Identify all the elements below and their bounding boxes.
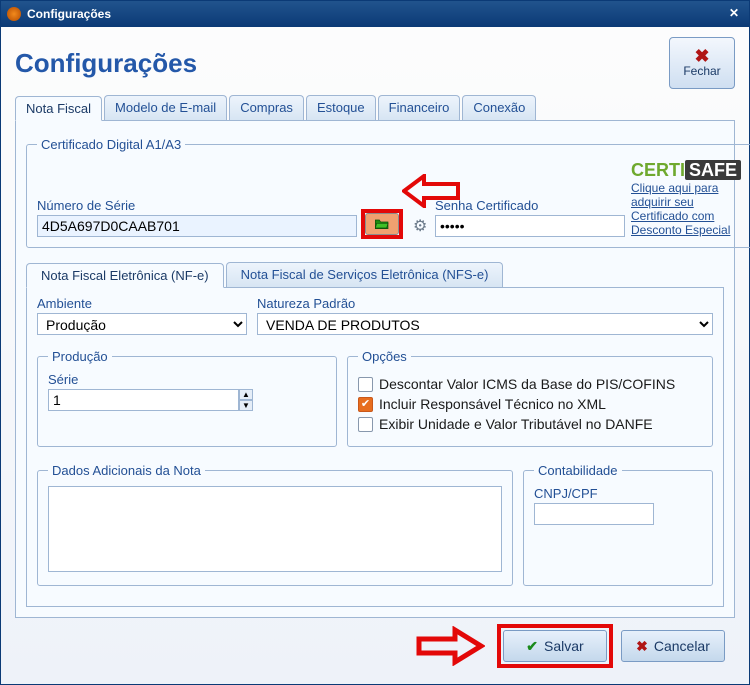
opt-responsavel-tecnico-label: Incluir Responsável Técnico no XML (379, 396, 606, 412)
close-button[interactable]: ✖ Fechar (669, 37, 735, 89)
contabilidade-legend: Contabilidade (534, 463, 622, 478)
tab-compras[interactable]: Compras (229, 95, 304, 120)
save-button[interactable]: ✔ Salvar (503, 630, 607, 662)
subpanel-nfe: Ambiente Produção Natureza Padrão VENDA … (26, 287, 724, 607)
footer: ✔ Salvar ✖ Cancelar (15, 618, 735, 676)
close-icon: ✖ (694, 48, 709, 64)
window-title: Configurações (27, 7, 725, 21)
dados-adicionais-legend: Dados Adicionais da Nota (48, 463, 205, 478)
titlebar-close-button[interactable]: ✕ (725, 6, 743, 22)
natureza-select[interactable]: VENDA DE PRODUTOS (257, 313, 713, 335)
certsafe-link[interactable]: Clique aqui para adquirir seu Certificad… (631, 181, 741, 237)
subtab-nfse[interactable]: Nota Fiscal de Serviços Eletrônica (NFS-… (226, 262, 504, 287)
select-certificate-button[interactable] (365, 213, 399, 235)
opt-exibir-danfe[interactable] (358, 417, 373, 432)
cnpjcpf-label: CNPJ/CPF (534, 486, 702, 501)
save-button-label: Salvar (544, 638, 584, 654)
cnpjcpf-input[interactable] (534, 503, 654, 525)
serie-spinner[interactable]: ▲ ▼ (48, 389, 218, 411)
opcoes-group: Opções Descontar Valor ICMS da Base do P… (347, 349, 713, 447)
certificado-group: Certificado Digital A1/A3 Número de Séri… (26, 137, 750, 248)
config-window: Configurações ✕ Configurações ✖ Fechar N… (0, 0, 750, 685)
opt-descontar-icms[interactable] (358, 377, 373, 392)
cert-password-label: Senha Certificado (435, 198, 625, 213)
cancel-icon: ✖ (636, 638, 648, 655)
producao-group: Produção Série ▲ ▼ (37, 349, 337, 447)
cert-serial-label: Número de Série (37, 198, 357, 213)
producao-legend: Produção (48, 349, 112, 364)
tab-panel-nota-fiscal: Certificado Digital A1/A3 Número de Séri… (15, 121, 735, 618)
tab-nota-fiscal[interactable]: Nota Fiscal (15, 96, 102, 121)
serie-up[interactable]: ▲ (239, 389, 253, 400)
certificado-legend: Certificado Digital A1/A3 (37, 137, 185, 152)
contabilidade-group: Contabilidade CNPJ/CPF (523, 463, 713, 586)
titlebar: Configurações ✕ (1, 1, 749, 27)
check-icon: ✔ (526, 638, 538, 655)
tab-estoque[interactable]: Estoque (306, 95, 376, 120)
dados-adicionais-textarea[interactable] (48, 486, 502, 572)
serie-down[interactable]: ▼ (239, 400, 253, 411)
folder-icon (374, 217, 390, 231)
opt-descontar-icms-label: Descontar Valor ICMS da Base do PIS/COFI… (379, 376, 675, 392)
main-tabstrip: Nota Fiscal Modelo de E-mail Compras Est… (15, 95, 735, 121)
tab-conexao[interactable]: Conexão (462, 95, 536, 120)
tab-financeiro[interactable]: Financeiro (378, 95, 461, 120)
page-title: Configurações (15, 48, 197, 79)
ambiente-select[interactable]: Produção (37, 313, 247, 335)
subtab-nfe[interactable]: Nota Fiscal Eletrônica (NF-e) (26, 263, 224, 288)
serie-label: Série (48, 372, 326, 387)
annotation-arrow-save (415, 626, 485, 666)
certsafe-logo: CERTISAFE (631, 160, 741, 181)
cert-serial-input[interactable] (37, 215, 357, 237)
cert-password-input[interactable] (435, 215, 625, 237)
app-icon (7, 7, 21, 21)
cancel-button[interactable]: ✖ Cancelar (621, 630, 725, 662)
client-area: Configurações ✖ Fechar Nota Fiscal Model… (1, 27, 749, 684)
opt-exibir-danfe-label: Exibir Unidade e Valor Tributável no DAN… (379, 416, 653, 432)
cert-settings-button[interactable]: ⚙ (407, 215, 429, 237)
serie-input[interactable] (48, 389, 239, 411)
opt-responsavel-tecnico[interactable] (358, 397, 373, 412)
tab-modelo-email[interactable]: Modelo de E-mail (104, 95, 227, 120)
cancel-button-label: Cancelar (654, 638, 710, 654)
subtabs: Nota Fiscal Eletrônica (NF-e) Nota Fisca… (26, 262, 724, 287)
close-button-label: Fechar (683, 64, 720, 78)
natureza-label: Natureza Padrão (257, 296, 713, 311)
ambiente-label: Ambiente (37, 296, 247, 311)
opcoes-legend: Opções (358, 349, 411, 364)
dados-adicionais-group: Dados Adicionais da Nota (37, 463, 513, 586)
